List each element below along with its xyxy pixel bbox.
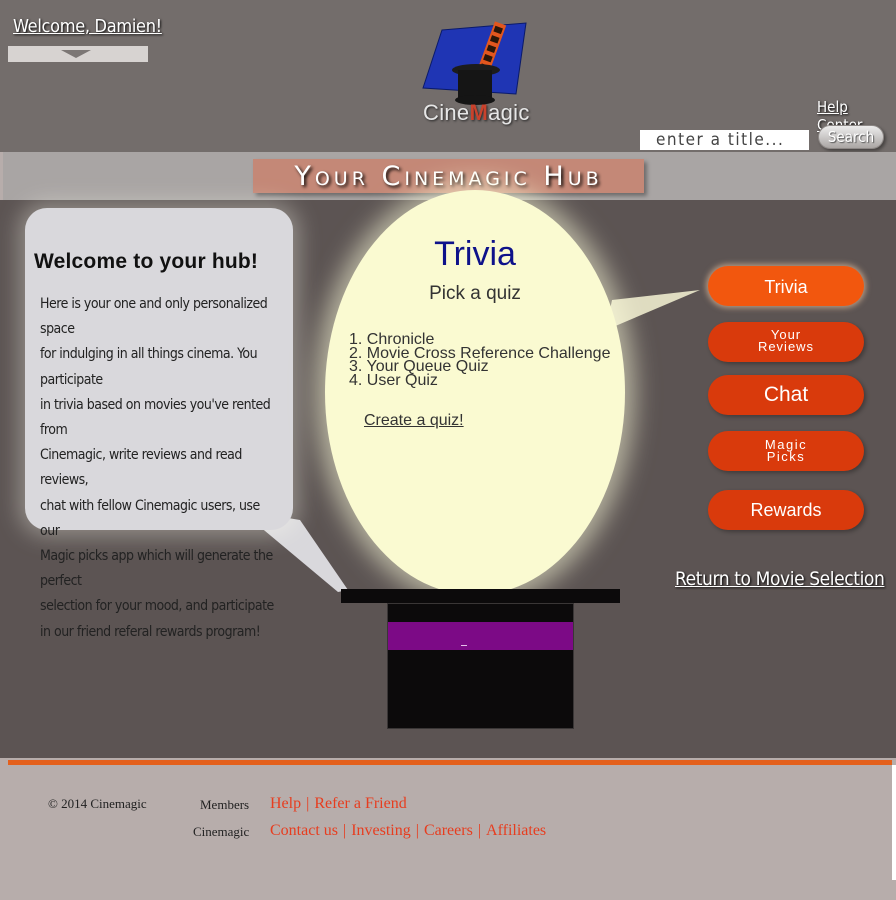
account-dropdown[interactable] <box>8 46 148 62</box>
page-title: Your Cinemagic Hub <box>253 159 644 193</box>
create-quiz-link[interactable]: Create a quiz! <box>364 412 464 430</box>
quiz-item-user-quiz[interactable]: 4. User Quiz <box>349 372 610 387</box>
members-label: Members <box>200 797 250 812</box>
quiz-list: 1. Chronicle 2. Movie Cross Reference Ch… <box>349 332 610 388</box>
footer-edge <box>892 765 896 880</box>
bubble-line: Magic picks app which will generate the … <box>40 548 273 590</box>
company-links: Contact us | Investing | Careers | Affiliates <box>270 822 547 839</box>
footer-link-careers[interactable]: Careers <box>424 822 473 839</box>
nav-reviews-line-2: Reviews <box>757 339 815 354</box>
bubble-line: selection for your mood, and participate <box>40 598 274 615</box>
triangle-down-icon <box>61 50 91 58</box>
logo-wordmark: CineMagic <box>423 100 530 125</box>
nav-rewards-button[interactable]: Rewards <box>708 490 864 530</box>
welcome-user-link[interactable]: Welcome, Damien! <box>13 16 162 37</box>
nav-chat-button[interactable]: Chat <box>708 375 864 415</box>
bubble-line: chat with fellow Cinemagic users, use ou… <box>40 497 260 539</box>
copyright: © 2014 Cinemagic <box>48 796 147 811</box>
return-to-movie-selection-link[interactable]: Return to Movie Selection <box>675 568 885 590</box>
footer-link-contact-us[interactable]: Contact us <box>270 822 338 839</box>
footer-link-refer-a-friend[interactable]: Refer a Friend <box>314 795 406 812</box>
nav-magic-picks-button[interactable]: Magic Picks <box>708 431 864 471</box>
nav-magic-line-2: Picks <box>766 449 806 464</box>
page: Welcome, Damien! CineMagic Help Center S… <box>0 0 896 900</box>
bubble-line: in trivia based on movies you've rented … <box>40 396 271 439</box>
trivia-title: Trivia <box>434 235 516 273</box>
nav-your-reviews-button[interactable]: Your Reviews <box>708 322 864 362</box>
cinemagic-label: Cinemagic <box>193 824 250 839</box>
nav-trivia-button[interactable]: Trivia <box>708 266 864 306</box>
bubble-line: for indulging in all things cinema. You … <box>40 346 258 388</box>
footer-link-affiliates[interactable]: Affiliates <box>486 822 546 839</box>
footer-link-investing[interactable]: Investing <box>351 822 411 839</box>
footer-link-help[interactable]: Help <box>270 795 301 812</box>
top-hat-brim <box>341 589 620 603</box>
search-button[interactable]: Search <box>818 125 884 149</box>
bubble-description: Here is your one and only personalized s… <box>40 292 280 645</box>
search-input[interactable] <box>640 130 809 150</box>
bubble-title: Welcome to your hub! <box>34 250 259 273</box>
bubble-line: Here is your one and only personalized s… <box>40 296 268 338</box>
bubble-line: in our friend referal rewards program! <box>40 623 261 640</box>
members-links: Help | Refer a Friend <box>270 795 407 812</box>
trivia-subtitle: Pick a quiz <box>429 283 521 304</box>
bubble-line: Cinemagic, write reviews and read review… <box>40 447 242 489</box>
top-hat-band <box>388 622 573 650</box>
hat-band-mark <box>461 645 467 646</box>
